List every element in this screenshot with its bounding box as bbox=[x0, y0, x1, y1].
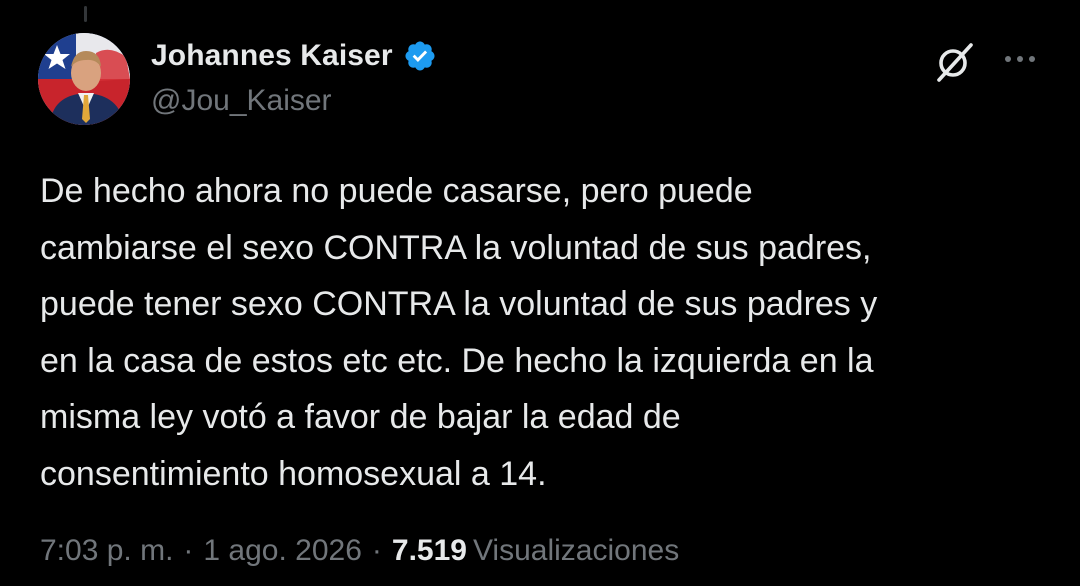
tweet-date[interactable]: 1 ago. 2026 bbox=[203, 534, 361, 568]
author-handle[interactable]: @Jou_Kaiser bbox=[151, 84, 332, 118]
views-label: Visualizaciones bbox=[472, 534, 680, 567]
meta-separator: · bbox=[183, 534, 194, 567]
tweet-time[interactable]: 7:03 p. m. bbox=[40, 534, 173, 568]
author-display-name[interactable]: Johannes Kaiser bbox=[151, 39, 393, 73]
avatar-image bbox=[38, 33, 130, 125]
grok-icon[interactable] bbox=[934, 41, 976, 83]
tweet-text: De hecho ahora no puede casarse, pero pu… bbox=[40, 172, 878, 493]
meta-separator: · bbox=[371, 534, 382, 567]
views-count[interactable]: 7.519 bbox=[392, 534, 467, 568]
more-options-icon[interactable] bbox=[998, 44, 1042, 74]
avatar[interactable] bbox=[38, 33, 130, 125]
thread-connector-line bbox=[84, 6, 87, 22]
tweet-metadata: 7:03 p. m. · 1 ago. 2026 · 7.519 Visuali… bbox=[40, 534, 679, 568]
verified-badge-icon bbox=[403, 39, 437, 73]
author-name-row: Johannes Kaiser bbox=[151, 37, 437, 75]
